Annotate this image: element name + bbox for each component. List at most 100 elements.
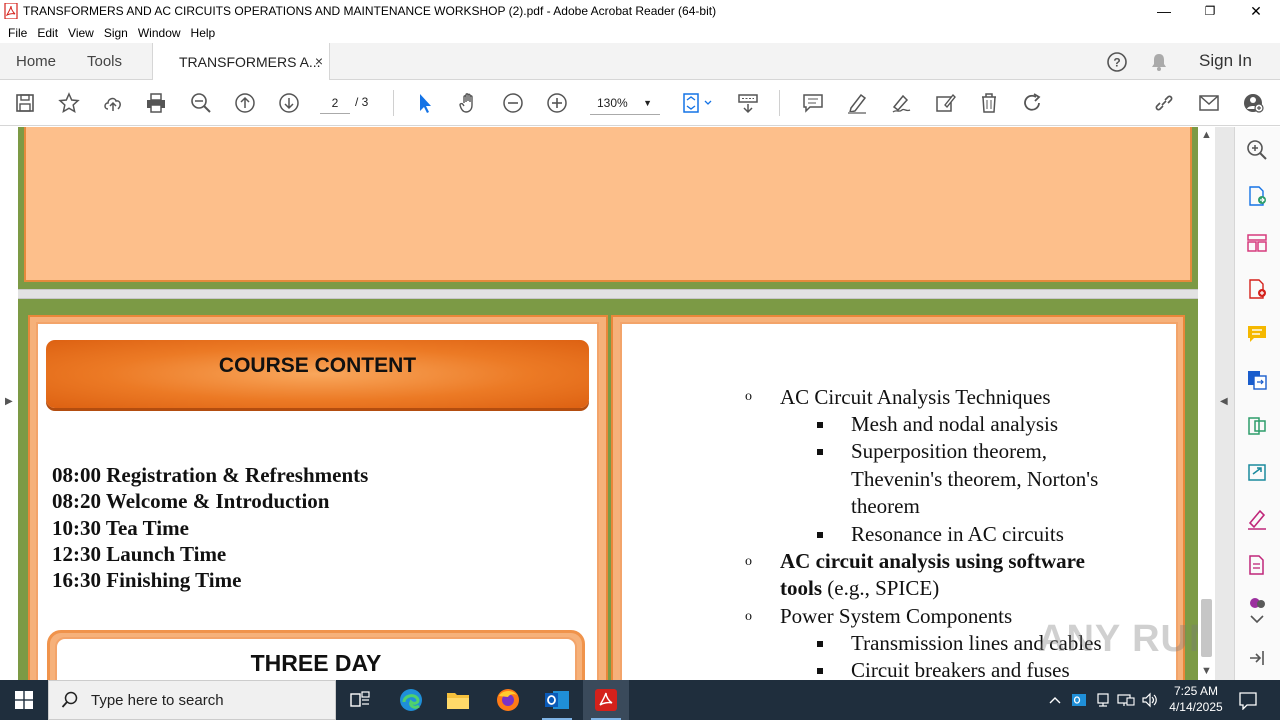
file-explorer-icon[interactable] xyxy=(435,680,481,720)
restore-button[interactable]: ❐ xyxy=(1187,0,1233,22)
tab-home[interactable]: Home xyxy=(16,43,56,80)
bell-icon[interactable] xyxy=(1149,43,1169,80)
square-bullet xyxy=(817,532,823,538)
circle-bullet: o xyxy=(745,554,752,569)
collapse-right-panel-icon[interactable]: ◀ xyxy=(1220,396,1228,407)
page-number-input[interactable]: 2 xyxy=(320,92,350,114)
scrollbar-thumb[interactable] xyxy=(1201,599,1212,657)
outline-item-continued: tools (e.g., SPICE) xyxy=(780,575,939,602)
draw-sign-icon[interactable] xyxy=(889,91,913,115)
upload-cloud-icon[interactable] xyxy=(101,91,125,115)
export-pdf-icon[interactable] xyxy=(1245,184,1269,208)
edge-browser-icon[interactable] xyxy=(388,680,434,720)
toolbar-separator xyxy=(393,90,394,116)
comment-tool-icon[interactable] xyxy=(1245,322,1269,346)
link-icon[interactable] xyxy=(1152,91,1176,115)
combine-files-icon[interactable] xyxy=(1245,368,1269,392)
menu-help[interactable]: Help xyxy=(187,26,220,40)
menu-view[interactable]: View xyxy=(64,26,98,40)
star-icon[interactable] xyxy=(57,91,81,115)
course-content-title: COURSE CONTENT xyxy=(218,354,417,377)
menu-edit[interactable]: Edit xyxy=(33,26,62,40)
square-bullet xyxy=(817,422,823,428)
taskbar-search-input[interactable]: Type here to search xyxy=(48,680,336,720)
minimize-button[interactable]: — xyxy=(1141,0,1187,22)
square-bullet xyxy=(817,668,823,674)
acrobat-taskbar-icon[interactable] xyxy=(583,680,629,720)
stamp-icon[interactable] xyxy=(933,91,957,115)
tab-bar: Home Tools TRANSFORMERS A... × ? Sign In xyxy=(0,43,1280,81)
page-total: / 3 xyxy=(355,95,369,109)
chevron-up-icon[interactable] xyxy=(1046,691,1064,709)
zoom-level-dropdown[interactable]: 130% ▼ xyxy=(590,91,660,115)
email-icon[interactable] xyxy=(1197,91,1221,115)
save-icon[interactable] xyxy=(13,91,37,115)
windows-start-icon[interactable] xyxy=(0,680,48,720)
send-for-review-icon[interactable] xyxy=(1245,460,1269,484)
compress-pdf-icon[interactable] xyxy=(1245,414,1269,438)
organize-pages-icon[interactable] xyxy=(1245,231,1269,255)
highlight-pen-icon[interactable] xyxy=(845,91,869,115)
tab-document-label: TRANSFORMERS A... xyxy=(179,54,321,70)
chevron-down-icon[interactable] xyxy=(1245,612,1269,628)
volume-icon[interactable] xyxy=(1141,691,1159,709)
outlook-tray-icon[interactable] xyxy=(1070,691,1088,709)
close-tab-icon[interactable]: × xyxy=(315,53,323,69)
scroll-up-arrow-icon[interactable]: ▲ xyxy=(1201,129,1212,141)
outline-item-bold: tools xyxy=(780,576,822,600)
trash-icon[interactable] xyxy=(977,91,1001,115)
taskbar-clock[interactable]: 7:25 AM 4/14/2025 xyxy=(1160,683,1232,715)
zoom-search-icon[interactable] xyxy=(1245,138,1269,162)
clock-date: 4/14/2025 xyxy=(1169,700,1223,714)
tab-document[interactable]: TRANSFORMERS A... × xyxy=(152,43,330,81)
create-pdf-icon[interactable] xyxy=(1245,277,1269,301)
comment-icon[interactable] xyxy=(801,91,825,115)
task-view-icon[interactable] xyxy=(337,680,383,720)
vertical-scrollbar[interactable] xyxy=(1198,127,1215,680)
scroll-mode-icon[interactable] xyxy=(736,91,760,115)
close-window-button[interactable]: ✕ xyxy=(1233,0,1279,22)
next-page-icon[interactable] xyxy=(277,91,301,115)
select-cursor-icon[interactable] xyxy=(413,91,437,115)
outline-subitem: Superposition theorem, xyxy=(851,439,1047,463)
sign-in-button[interactable]: Sign In xyxy=(1199,51,1252,71)
menu-file[interactable]: File xyxy=(4,26,31,40)
device-tray-icon[interactable] xyxy=(1094,691,1112,709)
zoom-out-icon[interactable] xyxy=(501,91,525,115)
network-icon[interactable] xyxy=(1117,691,1135,709)
svg-text:?: ? xyxy=(1113,55,1120,69)
circle-bullet: o xyxy=(745,389,752,404)
share-user-icon[interactable] xyxy=(1241,91,1265,115)
fill-sign-icon[interactable] xyxy=(1245,507,1269,531)
fit-page-icon[interactable] xyxy=(681,91,715,115)
toolbar-separator xyxy=(779,90,780,116)
search-icon xyxy=(61,691,79,709)
hand-tool-icon[interactable] xyxy=(457,91,481,115)
scroll-down-arrow-icon[interactable]: ▼ xyxy=(1201,665,1212,677)
watermark: ANY RUN xyxy=(1038,618,1218,660)
redo-icon[interactable] xyxy=(1021,91,1045,115)
help-icon[interactable]: ? xyxy=(1106,43,1128,80)
square-bullet xyxy=(817,641,823,647)
daily-schedule: 08:00 Registration & Refreshments 08:20 … xyxy=(52,462,368,593)
more-tools-icon[interactable] xyxy=(1245,595,1269,609)
collapse-pane-icon[interactable] xyxy=(1245,646,1269,670)
menu-sign[interactable]: Sign xyxy=(100,26,132,40)
schedule-item: 08:20 Welcome & Introduction xyxy=(52,489,330,514)
expand-left-panel-icon[interactable]: ▶ xyxy=(5,396,13,407)
outlook-icon[interactable] xyxy=(534,680,580,720)
zoom-in-icon[interactable] xyxy=(545,91,569,115)
firefox-icon[interactable] xyxy=(485,680,531,720)
outline-item-text: (e.g., SPICE) xyxy=(822,576,940,600)
tab-tools[interactable]: Tools xyxy=(87,43,122,80)
menu-window[interactable]: Window xyxy=(134,26,185,40)
search-placeholder: Type here to search xyxy=(91,691,224,709)
previous-page-icon[interactable] xyxy=(233,91,257,115)
outline-subitem: Mesh and nodal analysis xyxy=(851,412,1059,436)
print-icon[interactable] xyxy=(144,91,168,115)
zoom-level-value: 130% xyxy=(597,96,628,110)
zoom-search-icon[interactable] xyxy=(189,91,213,115)
edit-pdf-icon[interactable] xyxy=(1245,553,1269,577)
notifications-icon[interactable] xyxy=(1238,690,1258,710)
acrobat-icon xyxy=(3,3,19,19)
